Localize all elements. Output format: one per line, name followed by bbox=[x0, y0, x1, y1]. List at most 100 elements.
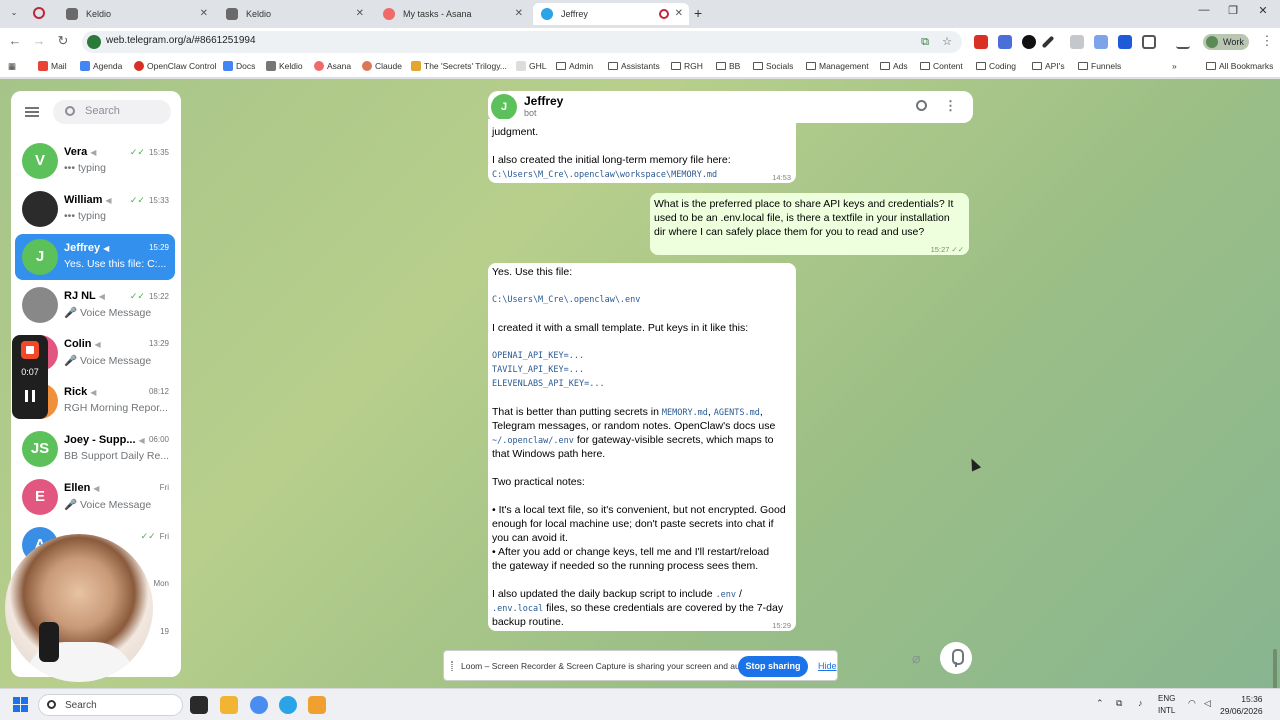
key-line-code[interactable]: OPENAI_API_KEY=... bbox=[492, 349, 584, 363]
telegram-icon[interactable] bbox=[279, 696, 297, 714]
message-outgoing[interactable]: What is the preferred place to share API… bbox=[650, 193, 969, 255]
chat-list-item[interactable]: J Jeffrey ◀ 15:29 Yes. Use this file: C:... bbox=[15, 234, 175, 280]
chat-list-item[interactable]: JS Joey - Supp... ◀ 06:00 BB Support Daily R… bbox=[15, 426, 175, 472]
inline-code[interactable]: MEMORY.md bbox=[662, 408, 708, 418]
search-icon[interactable] bbox=[916, 100, 927, 111]
inline-code[interactable]: ~/.openclaw/.env bbox=[492, 436, 574, 446]
bookmark-folder-assistants[interactable]: Assistants bbox=[608, 61, 660, 71]
drag-handle-icon[interactable] bbox=[451, 661, 453, 671]
search-input[interactable]: Search bbox=[53, 100, 171, 124]
inline-code[interactable]: .env.local bbox=[492, 604, 543, 614]
voice-record-button[interactable] bbox=[940, 642, 972, 674]
profile-chip[interactable]: Work bbox=[1203, 34, 1249, 50]
bookmark-docs[interactable]: Docs bbox=[223, 61, 255, 71]
downloads-icon[interactable] bbox=[1176, 35, 1190, 49]
bookmark-ghl[interactable]: GHL bbox=[516, 61, 546, 71]
bookmark-mail[interactable]: Mail bbox=[38, 61, 67, 71]
chat-list-item[interactable]: V Vera ◀ ✓✓ 15:35 ••• typing bbox=[15, 138, 175, 184]
bookmark-folder-coding[interactable]: Coding bbox=[976, 61, 1016, 71]
minimize-icon[interactable]: — bbox=[1193, 4, 1215, 16]
hide-banner-link[interactable]: Hide bbox=[818, 661, 837, 671]
task-view-icon[interactable] bbox=[190, 696, 208, 714]
extension-openai-icon[interactable] bbox=[1022, 35, 1036, 49]
windows-start-icon[interactable] bbox=[13, 697, 29, 713]
message-incoming[interactable]: judgment. I also created the initial lon… bbox=[488, 119, 796, 183]
bookmark-claude[interactable]: Claude bbox=[362, 61, 402, 71]
bookmark-folder-rgh[interactable]: RGH bbox=[671, 61, 703, 71]
close-tab-icon[interactable]: ✕ bbox=[356, 3, 364, 25]
taskbar-search-input[interactable]: Search bbox=[38, 694, 183, 716]
taskbar-clock[interactable]: 15:36 29/06/2026 bbox=[1220, 693, 1263, 717]
bookmark-folder-bb[interactable]: BB bbox=[716, 61, 740, 71]
address-bar[interactable]: web.telegram.org/a/#8661251994 ⧉ ☆ bbox=[82, 31, 962, 53]
bookmark-star-icon[interactable]: ☆ bbox=[940, 35, 954, 49]
inline-code[interactable]: AGENTS.md bbox=[714, 408, 760, 418]
chrome-icon[interactable] bbox=[250, 696, 268, 714]
bookmark-folder-content[interactable]: Content bbox=[920, 61, 963, 71]
install-app-icon[interactable]: ⧉ bbox=[918, 35, 932, 49]
file-explorer-icon[interactable] bbox=[220, 696, 238, 714]
bookmark-folder-management[interactable]: Management bbox=[806, 61, 869, 71]
tab-keldio-1[interactable]: Keldio ✕ bbox=[58, 3, 214, 25]
bookmark-agenda[interactable]: Agenda bbox=[80, 61, 122, 71]
extension-red-icon[interactable] bbox=[974, 35, 988, 49]
attach-icon[interactable]: ⌀ bbox=[912, 650, 928, 668]
close-tab-icon[interactable]: ✕ bbox=[200, 3, 208, 25]
chat-list-item[interactable]: William ◀ ✓✓ 15:33 ••• typing bbox=[15, 186, 175, 232]
browser-menu-icon[interactable]: ⋮ bbox=[1258, 33, 1276, 49]
chat-list-item[interactable]: RJ NL ◀ ✓✓ 15:22 🎤 Voice Message bbox=[15, 282, 175, 328]
env-path-code[interactable]: C:\Users\M_Cre\.openclaw\.env bbox=[492, 293, 640, 307]
forward-icon[interactable]: → bbox=[30, 33, 48, 48]
bookmarks-overflow-icon[interactable]: » bbox=[1172, 61, 1177, 71]
chat-list-item[interactable]: E Ellen ◀ Fri 🎤 Voice Message bbox=[15, 474, 175, 520]
apps-grid-icon[interactable]: ▦ bbox=[8, 61, 16, 72]
tray-overflow-icon[interactable]: ⌃ bbox=[1096, 698, 1104, 709]
close-tab-icon[interactable]: ✕ bbox=[515, 3, 523, 25]
bookmark-folder-ads[interactable]: Ads bbox=[880, 61, 908, 71]
bookmark-openclaw[interactable]: OpenClaw Control bbox=[134, 61, 216, 71]
pinned-tab-icon[interactable] bbox=[33, 7, 45, 19]
tab-jeffrey[interactable]: Jeffrey ✕ bbox=[533, 3, 689, 25]
stop-recording-button[interactable] bbox=[21, 341, 39, 359]
inline-code[interactable]: .env bbox=[716, 590, 736, 600]
main-menu-icon[interactable] bbox=[25, 107, 39, 117]
bookmark-secrets-trilogy[interactable]: The 'Secrets' Trilogy... bbox=[411, 61, 507, 71]
url-text[interactable]: web.telegram.org/a/#8661251994 bbox=[106, 35, 256, 46]
extension-pen-icon[interactable] bbox=[1041, 35, 1055, 49]
bookmark-folder-admin[interactable]: Admin bbox=[556, 61, 593, 71]
extensions-puzzle-icon[interactable] bbox=[1142, 35, 1156, 49]
maximize-icon[interactable]: ❐ bbox=[1222, 4, 1244, 17]
bookmark-asana[interactable]: Asana bbox=[314, 61, 351, 71]
pause-recording-button[interactable] bbox=[25, 390, 35, 402]
stop-sharing-button[interactable]: Stop sharing bbox=[738, 656, 808, 677]
extension-grey-icon[interactable] bbox=[1070, 35, 1084, 49]
extension-infinity-icon[interactable] bbox=[1094, 35, 1108, 49]
bookmark-folder-funnels[interactable]: Funnels bbox=[1078, 61, 1121, 71]
message-incoming[interactable]: Yes. Use this file: C:\Users\M_Cre\.open… bbox=[488, 263, 796, 631]
bookmark-keldio[interactable]: Keldio bbox=[266, 61, 303, 71]
tab-search-chevron-icon[interactable]: ⌄ bbox=[6, 4, 22, 22]
bookmark-folder-socials[interactable]: Socials bbox=[753, 61, 793, 71]
back-icon[interactable]: ← bbox=[6, 33, 24, 48]
all-bookmarks[interactable]: All Bookmarks bbox=[1206, 61, 1273, 71]
scrollbar[interactable] bbox=[1273, 649, 1277, 688]
file-path-code[interactable]: C:\Users\M_Cre\.openclaw\workspace\MEMOR… bbox=[492, 168, 717, 182]
vlc-icon[interactable] bbox=[308, 696, 326, 714]
wifi-icon[interactable]: ◠ bbox=[1188, 698, 1196, 709]
bookmark-folder-apis[interactable]: API's bbox=[1032, 61, 1065, 71]
key-line-code[interactable]: ELEVENLABS_API_KEY=... bbox=[492, 377, 605, 391]
more-options-icon[interactable]: ⋮ bbox=[944, 98, 957, 114]
extension-shield-icon[interactable] bbox=[1118, 35, 1132, 49]
tray-mic-icon[interactable]: ♪ bbox=[1138, 698, 1143, 708]
tray-app-icon[interactable]: ⧉ bbox=[1116, 698, 1122, 709]
key-line-code[interactable]: TAVILY_API_KEY=... bbox=[492, 363, 584, 377]
input-language[interactable]: ENG INTL bbox=[1158, 693, 1175, 717]
close-window-icon[interactable]: ✕ bbox=[1252, 4, 1274, 17]
tab-keldio-2[interactable]: Keldio ✕ bbox=[218, 3, 370, 25]
tab-asana[interactable]: My tasks - Asana ✕ bbox=[375, 3, 529, 25]
webcam-bubble[interactable] bbox=[5, 534, 153, 682]
new-tab-button[interactable]: + bbox=[694, 5, 702, 21]
site-info-icon[interactable] bbox=[87, 35, 101, 49]
volume-icon[interactable]: ◁ bbox=[1204, 698, 1211, 709]
close-tab-icon[interactable]: ✕ bbox=[675, 3, 683, 25]
